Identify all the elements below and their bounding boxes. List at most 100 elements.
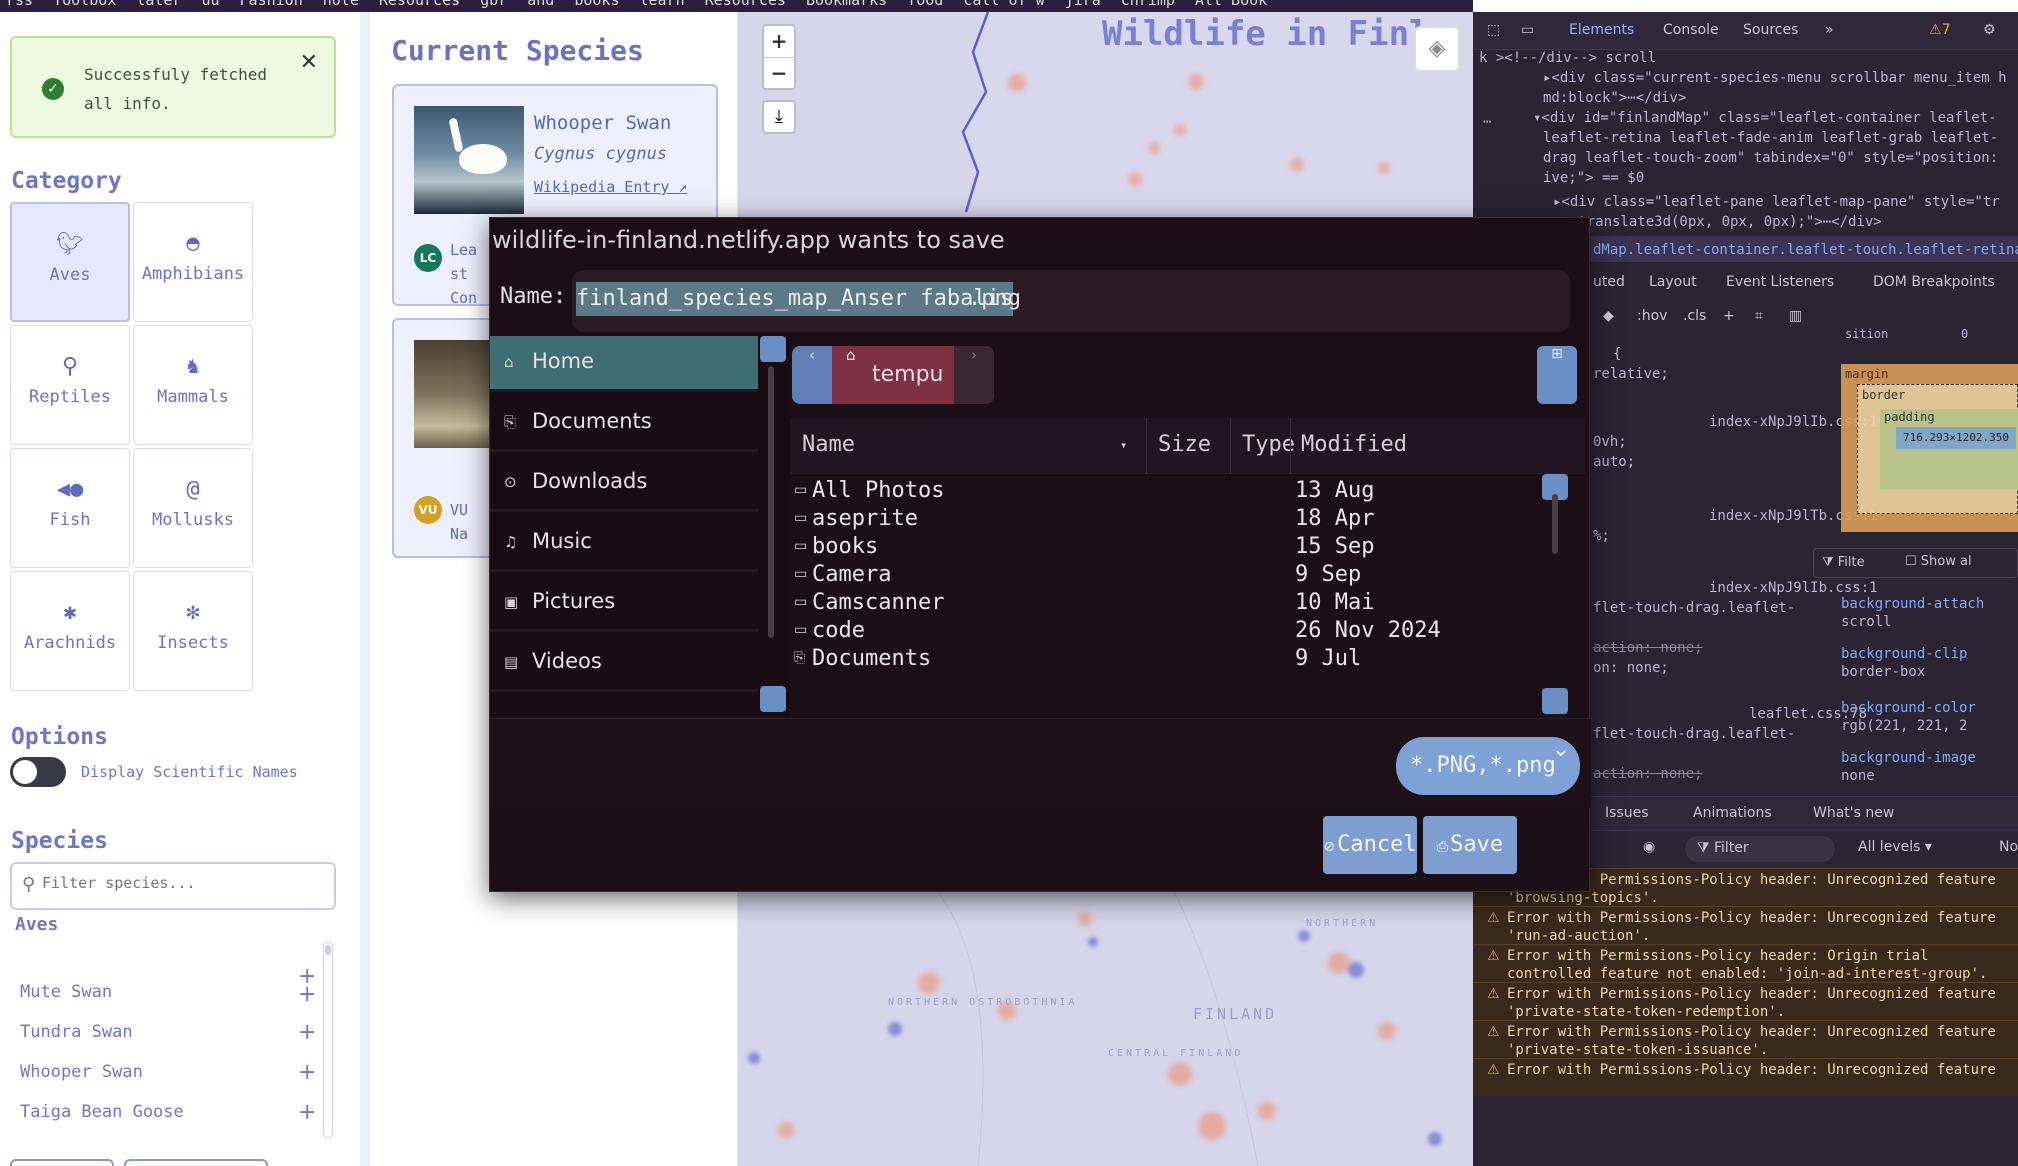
category-mammals[interactable]: ♞ Mammals — [133, 325, 253, 445]
bookmark-item[interactable]: books — [574, 0, 619, 8]
hov-toggle[interactable]: :hov — [1637, 308, 1667, 324]
bookmark-item[interactable]: chrimp — [1121, 0, 1175, 8]
wikipedia-link[interactable]: Wikipedia Entry ↗ — [534, 178, 688, 196]
dom-line[interactable]: leaflet-retina leaflet-fade-anim leaflet… — [1543, 128, 1998, 148]
place-pictures[interactable]: ▣ Pictures — [490, 576, 758, 632]
save-button[interactable]: ⎙Save — [1423, 816, 1517, 874]
close-icon[interactable]: ✕ — [300, 50, 318, 75]
download-icon[interactable]: ⤓ — [762, 100, 796, 134]
zoom-in-button[interactable]: + — [764, 26, 794, 57]
bookmark-item[interactable]: later — [136, 0, 181, 8]
bookmark-item[interactable]: note — [323, 0, 359, 8]
more-tabs-icon[interactable]: » — [1825, 22, 1834, 38]
species-item[interactable]: Whooper Swan — [20, 1062, 143, 1082]
bookmark-item[interactable]: Bookmarks — [806, 0, 887, 8]
bookmark-item[interactable]: All Book — [1195, 0, 1267, 8]
breadcrumb[interactable]: dMap.leaflet-container.leaflet-touch.lea… — [1593, 240, 2018, 260]
cancel-button[interactable]: ⊘Cancel — [1323, 816, 1417, 874]
column-modified[interactable]: Modified — [1301, 432, 1407, 457]
bookmark-item[interactable]: call of w — [963, 0, 1044, 8]
file-type-dropdown[interactable]: *.PNG,*.png ⌄ — [1396, 737, 1580, 795]
species-scrollbar[interactable] — [323, 942, 333, 1138]
subtab-layout[interactable]: Layout — [1649, 274, 1697, 290]
computed-prop[interactable]: background-clip — [1841, 644, 1967, 664]
path-current[interactable]: ⌂ tempu — [832, 346, 954, 404]
bookmark-item[interactable]: uu — [201, 0, 219, 8]
dom-line[interactable]: n: translate3d(0px, 0px, 0px);">⋯</div> — [1553, 212, 1882, 232]
dom-line[interactable]: ive;"> == $0 — [1543, 168, 1644, 188]
bookmark-item[interactable]: food — [907, 0, 943, 8]
column-name[interactable]: Name — [802, 432, 855, 457]
scroll-down-button[interactable] — [760, 686, 786, 712]
sidebar-button[interactable] — [10, 1159, 114, 1166]
column-type[interactable]: Type — [1242, 432, 1295, 457]
place-documents[interactable]: ⎘ Documents — [490, 396, 758, 452]
bookmark-item[interactable]: Resources — [379, 0, 460, 8]
category-fish[interactable]: ◀● Fish — [10, 448, 130, 568]
path-back-icon[interactable]: ‹ — [792, 346, 832, 404]
layers-icon[interactable]: ◈ — [1414, 26, 1460, 72]
bookmark-item[interactable]: and — [527, 0, 554, 8]
scientific-names-toggle[interactable] — [10, 757, 66, 787]
wikipedia-link-text[interactable]: Wikipedia Entry — [534, 178, 669, 196]
sort-icon[interactable]: ▾ — [1120, 438, 1127, 452]
dom-ellipsis[interactable]: ⋯ — [1483, 112, 1491, 132]
category-amphibians[interactable]: ◓ Amphibians — [133, 202, 253, 322]
add-icon[interactable]: + — [298, 1020, 316, 1045]
scrollbar-thumb[interactable] — [1552, 494, 1558, 554]
show-all-checkbox[interactable]: ☐ Show al — [1905, 554, 1972, 569]
add-icon[interactable]: + — [298, 1100, 316, 1125]
tab-console[interactable]: Console — [1663, 22, 1719, 38]
scrollbar-thumb[interactable] — [768, 366, 774, 638]
column-size[interactable]: Size — [1158, 432, 1211, 457]
inspect-icon[interactable]: ⬚ — [1487, 22, 1500, 38]
species-item[interactable]: Mute Swan — [20, 982, 112, 1002]
filename-selection[interactable]: finland_species_map_Anser fabalis — [576, 282, 1014, 316]
console-error[interactable]: ⚠ Error with Permissions-Policy header: O… — [1473, 944, 2018, 982]
subtab-event-listeners[interactable]: Event Listeners — [1726, 274, 1834, 290]
subtab-computed[interactable]: uted — [1593, 274, 1625, 290]
filename-input[interactable]: finland_species_map_Anser fabalis .png — [572, 270, 1570, 332]
category-reptiles[interactable]: ⚲ Reptiles — [10, 325, 130, 445]
console-filter[interactable]: ⧩ Filter — [1685, 836, 1835, 862]
console-error[interactable]: ⚠ Error with Permissions-Policy header: U… — [1473, 1020, 2018, 1058]
dom-line[interactable]: ▾<div id="finlandMap" class="leaflet-con… — [1533, 108, 1997, 128]
scroll-down-button[interactable] — [1542, 688, 1568, 714]
console-error[interactable]: ⚠ Error with Permissions-Policy header: U… — [1473, 1058, 2018, 1096]
paint-icon[interactable]: ◆ — [1603, 308, 1614, 324]
place-downloads[interactable]: ⊙ Downloads — [490, 456, 758, 512]
sidebar-toggle-icon[interactable]: ▥ — [1789, 308, 1802, 324]
add-icon[interactable]: + — [298, 1060, 316, 1085]
computed-prop[interactable]: background-attach — [1841, 594, 1984, 614]
path-forward-icon[interactable]: › — [954, 346, 994, 404]
eye-icon[interactable]: ◉ — [1643, 839, 1655, 855]
bookmark-item[interactable]: Toolbox — [53, 0, 116, 8]
levels-dropdown[interactable]: All levels ▾ — [1858, 839, 1932, 855]
bookmark-item[interactable]: rss — [6, 0, 33, 8]
bookmark-item[interactable]: learn — [640, 0, 685, 8]
species-item[interactable]: Tundra Swan — [20, 1022, 133, 1042]
species-filter[interactable]: ⚲ — [10, 862, 336, 910]
dom-line[interactable]: ▸<div class="current-species-menu scroll… — [1543, 68, 2007, 88]
zoom-out-button[interactable]: − — [764, 57, 794, 88]
dom-line[interactable]: md:block">⋯</div> — [1543, 88, 1686, 108]
sidebar-button[interactable] — [124, 1159, 268, 1166]
species-item[interactable]: Taiga Bean Goose — [20, 1102, 184, 1122]
category-aves[interactable]: 🐦︎ Aves — [10, 202, 130, 322]
bookmark-item[interactable]: Fashion — [240, 0, 303, 8]
place-videos[interactable]: ▤ Videos — [490, 636, 758, 692]
dom-line[interactable]: drag leaflet-touch-zoom" tabindex="0" st… — [1543, 148, 1998, 168]
device-icon[interactable]: ▭ — [1521, 22, 1534, 38]
place-music[interactable]: ♫ Music — [490, 516, 758, 572]
computed-prop[interactable]: background-color — [1841, 698, 1976, 718]
category-insects[interactable]: ✻ Insects — [133, 571, 253, 691]
add-icon[interactable]: + — [298, 982, 316, 1007]
dom-line[interactable]: k ><!--/div--> scroll — [1479, 48, 1656, 68]
file-list-scrollbar[interactable] — [1540, 474, 1570, 716]
place-home[interactable]: ⌂ Home — [490, 336, 758, 392]
add-rule-icon[interactable]: + — [1723, 308, 1735, 324]
filename-extension[interactable]: .png — [968, 284, 1021, 314]
tab-whats-new[interactable]: What's new — [1813, 805, 1894, 821]
bookmark-item[interactable]: gbr — [480, 0, 507, 8]
file-row[interactable]: ⎘ Documents 9 Jul — [790, 642, 1585, 678]
